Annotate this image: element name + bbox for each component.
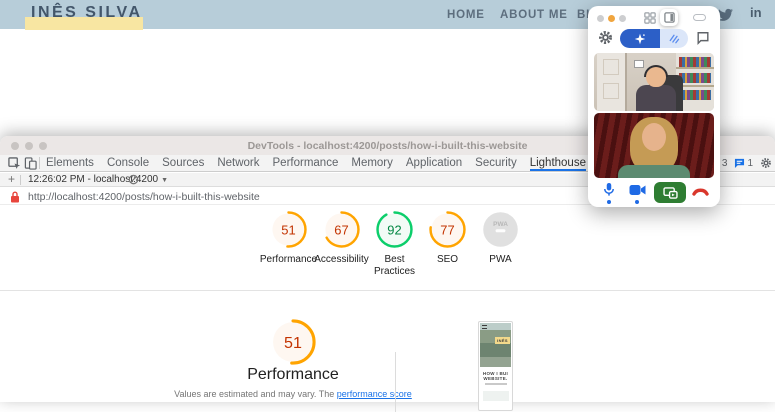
sidebar-layout-button[interactable]	[660, 9, 678, 26]
tab-network[interactable]: Network	[217, 155, 259, 171]
present-screen-icon	[663, 187, 678, 199]
lighthouse-score-performance[interactable]: 51 Performance	[262, 211, 315, 278]
effects-toggle-active[interactable]	[620, 29, 660, 48]
devtools-settings-gear-icon[interactable]	[760, 157, 772, 169]
score-gauge: 51	[270, 319, 316, 365]
svg-text:51: 51	[284, 334, 302, 352]
lighthouse-scores-row: 51 Performance 67 Accessibility 92 Best Pra…	[262, 211, 527, 278]
performance-detail-gauge[interactable]: 51	[270, 319, 316, 365]
clear-reports-icon[interactable]	[128, 174, 139, 185]
svg-text:51: 51	[281, 223, 295, 238]
pip-view-button[interactable]	[693, 14, 706, 21]
camera-button[interactable]	[629, 184, 646, 196]
sparkle-icon	[634, 33, 646, 45]
svg-text:77: 77	[440, 223, 454, 238]
score-label: PWA	[489, 254, 511, 266]
participant-2-face	[642, 123, 666, 151]
hang-up-button[interactable]	[692, 186, 709, 196]
thumbnail-title-line2: WEBSITE.	[480, 376, 511, 381]
message-bubble-icon	[734, 158, 745, 168]
office-door	[597, 53, 627, 111]
lighthouse-score-pwa[interactable]: PWA PWA	[474, 211, 527, 278]
call-close-button[interactable]	[597, 15, 604, 22]
nav-about-me[interactable]: ABOUT ME	[500, 9, 568, 21]
lighthouse-score-seo[interactable]: 77 SEO	[421, 211, 474, 278]
score-label: Best Practices	[368, 254, 421, 278]
issues-badge[interactable]: 1	[734, 158, 753, 169]
report-url: http://localhost:4200/posts/how-i-built-…	[28, 191, 260, 203]
tab-sources[interactable]: Sources	[162, 155, 204, 171]
report-session-dropdown[interactable]: 12:26:02 PM - localhost:4200▼	[28, 174, 168, 185]
site-logo[interactable]: INÊS SILVA	[31, 4, 143, 22]
present-screen-button[interactable]	[654, 182, 686, 203]
linkedin-icon[interactable]: in	[750, 5, 767, 22]
lighthouse-score-accessibility[interactable]: 67 Accessibility	[315, 211, 368, 278]
final-screenshot-thumbnail[interactable]: INÊS HOW I BUI WEBSITE.	[478, 321, 513, 411]
video-call-window	[588, 6, 720, 207]
participant-video-2[interactable]	[594, 113, 714, 178]
tab-console[interactable]: Console	[107, 155, 149, 171]
grid-view-icon[interactable]	[644, 12, 656, 24]
gauge-not-applicable: PWA	[482, 211, 519, 248]
call-settings-gear-icon[interactable]	[598, 30, 613, 45]
score-gauge: 67	[323, 211, 360, 248]
score-label: Performance	[260, 254, 317, 266]
toolbar-separator	[39, 157, 40, 169]
tab-security[interactable]: Security	[475, 155, 517, 171]
devtools-tab-strip: Elements Console Sources Network Performance…	[46, 155, 657, 171]
lighthouse-score-best-practices[interactable]: 92 Best Practices	[368, 211, 421, 278]
background-blur-toggle[interactable]	[660, 29, 688, 48]
device-toolbar-icon[interactable]	[24, 157, 37, 170]
microphone-menu-dot[interactable]	[607, 200, 611, 204]
hamburger-menu-icon	[482, 325, 487, 329]
tab-elements[interactable]: Elements	[46, 155, 94, 171]
tab-application[interactable]: Application	[406, 155, 462, 171]
wall-frame	[634, 60, 644, 68]
thumbnail-hero-photo: INÊS	[480, 323, 511, 367]
headset	[644, 65, 668, 77]
chat-bubble-icon[interactable]	[696, 31, 710, 45]
participant-video-1[interactable]	[594, 53, 714, 111]
call-zoom-button[interactable]	[619, 15, 626, 22]
performance-note: Values are estimated and may vary. The p…	[168, 389, 418, 399]
participant-1-body	[636, 85, 676, 111]
svg-text:67: 67	[334, 223, 348, 238]
toolbar-separator	[20, 175, 21, 185]
inspect-element-icon[interactable]	[8, 157, 21, 170]
insecure-lock-icon	[10, 191, 20, 203]
tab-lighthouse[interactable]: Lighthouse	[530, 155, 586, 171]
svg-text:PWA: PWA	[493, 221, 508, 228]
new-report-button[interactable]: +	[8, 173, 15, 186]
participant-2-shirt	[618, 165, 690, 178]
nav-home[interactable]: HOME	[447, 9, 485, 21]
camera-menu-dot[interactable]	[635, 200, 639, 204]
performance-score-link[interactable]: performance score	[337, 389, 412, 399]
thumbnail-content-block	[483, 391, 509, 401]
thumbnail-caption-line	[485, 383, 507, 385]
chevron-down-icon: ▼	[161, 177, 168, 184]
tab-memory[interactable]: Memory	[351, 155, 393, 171]
microphone-button[interactable]	[602, 182, 616, 197]
tab-performance[interactable]: Performance	[273, 155, 339, 171]
section-divider	[0, 290, 775, 291]
svg-text:92: 92	[387, 223, 401, 238]
score-label: Accessibility	[314, 254, 368, 266]
thumbnail-logo-badge: INÊS	[495, 337, 510, 344]
sidebar-layout-icon	[664, 12, 675, 23]
score-gauge: 77	[429, 211, 466, 248]
score-label: SEO	[437, 254, 458, 266]
column-divider	[395, 352, 396, 412]
score-gauge: 92	[376, 211, 413, 248]
call-minimize-button[interactable]	[608, 15, 615, 22]
performance-section-title: Performance	[178, 366, 408, 384]
score-gauge: 51	[270, 211, 307, 248]
blur-lines-icon	[668, 33, 680, 45]
